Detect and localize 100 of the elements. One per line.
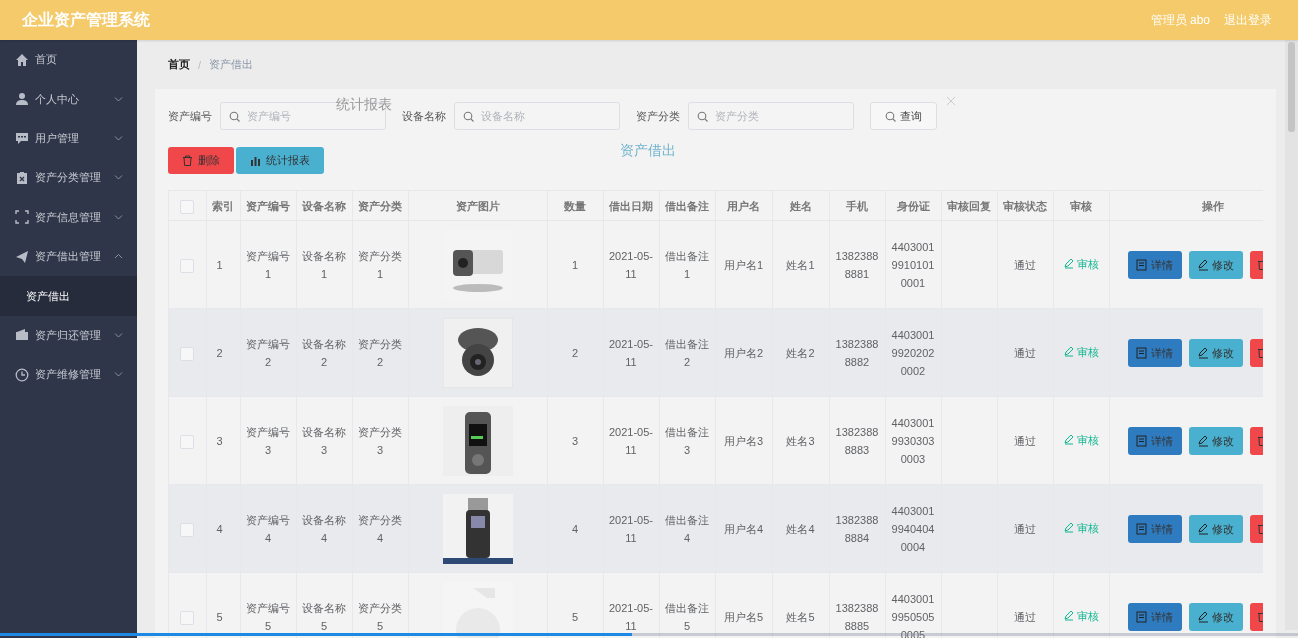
sidebar-item[interactable]: 个人中心 xyxy=(0,79,137,119)
sidebar-subitem[interactable]: 资产借出 xyxy=(0,276,137,316)
search-field[interactable]: 设备名称 xyxy=(454,102,620,130)
table-cell: 1 xyxy=(206,220,240,309)
column-header: 资产图片 xyxy=(408,191,547,221)
breadcrumb-separator: / xyxy=(198,58,202,71)
trash-icon xyxy=(1257,435,1263,446)
chart-title: 资产借出 xyxy=(620,142,676,160)
detail-button[interactable]: 详情 xyxy=(1127,602,1182,631)
trash-icon xyxy=(1257,347,1263,358)
trash-icon xyxy=(1257,611,1263,622)
chevron-icon xyxy=(114,371,123,379)
table-cell: 2021-05-11 xyxy=(603,484,659,573)
document-icon xyxy=(1136,610,1147,623)
chevron-icon xyxy=(114,253,123,261)
edit-button[interactable]: 修改 xyxy=(1188,250,1243,279)
sidebar-item[interactable]: 资产归还管理 xyxy=(0,315,137,356)
search-icon xyxy=(697,111,708,122)
breadcrumb-current: 资产借出 xyxy=(209,57,254,72)
delete-button[interactable] xyxy=(1249,250,1263,279)
sidebar-item[interactable]: 资产借出管理 xyxy=(0,236,137,277)
column-header: 姓名 xyxy=(772,191,829,221)
delete-button[interactable] xyxy=(1249,602,1263,631)
table-cell: 440300199101010001 xyxy=(885,220,941,309)
checkbox[interactable] xyxy=(180,434,195,449)
bar-chart-icon xyxy=(250,155,261,166)
table-cell: 资产编号1 xyxy=(240,220,296,309)
table-cell: 借出备注1 xyxy=(659,220,715,309)
table-cell: 3 xyxy=(547,396,603,485)
query-button[interactable]: 查询 xyxy=(870,102,937,130)
pencil-icon xyxy=(1063,434,1074,446)
table-cell: 440300199505050005 xyxy=(885,572,941,638)
chevron-icon xyxy=(114,134,123,142)
column-header: 手机 xyxy=(829,191,885,221)
document-icon xyxy=(1136,522,1147,535)
sidebar-item[interactable]: 首页 xyxy=(0,40,137,80)
column-header: 索引 xyxy=(206,191,240,221)
column-header: 身份证 xyxy=(885,191,941,221)
search-icon xyxy=(463,111,474,122)
detail-button[interactable]: 详情 xyxy=(1127,426,1182,455)
chevron-icon xyxy=(114,213,123,221)
edit-button[interactable]: 修改 xyxy=(1188,602,1243,631)
edit-button[interactable]: 修改 xyxy=(1188,426,1243,455)
table-cell: 1 xyxy=(547,220,603,309)
column-header: 设备名称 xyxy=(296,191,352,221)
table-cell: 资产分类1 xyxy=(352,220,408,309)
table-cell: 13823888882 xyxy=(829,308,885,397)
table-cell: 4 xyxy=(206,484,240,573)
checkbox[interactable] xyxy=(180,199,195,214)
table-cell: 姓名1 xyxy=(772,220,829,309)
edit-button[interactable]: 修改 xyxy=(1188,338,1243,367)
frame-icon xyxy=(15,210,29,225)
pencil-icon xyxy=(1063,610,1074,622)
checkbox[interactable] xyxy=(180,522,195,537)
sidebar-item[interactable]: 资产分类管理 xyxy=(0,158,137,198)
search-field[interactable]: 资产分类 xyxy=(688,102,854,130)
table-cell: 姓名2 xyxy=(772,308,829,397)
table-cell: 设备名称1 xyxy=(296,220,352,309)
table-cell: 姓名4 xyxy=(772,484,829,573)
document-icon xyxy=(1136,434,1147,447)
pencil-icon xyxy=(1063,258,1074,270)
sidebar-item[interactable]: 用户管理 xyxy=(0,118,137,159)
table-cell: 用户名3 xyxy=(715,396,772,485)
delete-button[interactable] xyxy=(1249,426,1263,455)
table-cell: 13823888884 xyxy=(829,484,885,573)
field-label: 资产分类 xyxy=(636,108,680,124)
checkbox[interactable] xyxy=(180,346,195,361)
delete-button[interactable] xyxy=(1249,514,1263,543)
delete-button[interactable]: 删除 xyxy=(168,147,234,174)
sidebar-item[interactable]: 资产信息管理 xyxy=(0,197,137,237)
table-cell: 用户名2 xyxy=(715,308,772,397)
table-cell: 2 xyxy=(547,308,603,397)
table-cell: 2021-05-11 xyxy=(603,308,659,397)
checkbox[interactable] xyxy=(180,610,195,625)
chevron-icon xyxy=(114,331,123,339)
close-icon[interactable] xyxy=(946,96,956,106)
detail-button[interactable]: 详情 xyxy=(1127,338,1182,367)
breadcrumb-link[interactable]: 首页 xyxy=(168,57,190,72)
detail-button[interactable]: 详情 xyxy=(1127,250,1182,279)
delete-button[interactable] xyxy=(1249,338,1263,367)
sidebar-item[interactable]: 资产维修管理 xyxy=(0,355,137,395)
column-header: 审核状态 xyxy=(997,191,1053,221)
checkbox[interactable] xyxy=(180,258,195,273)
chevron-icon xyxy=(114,95,123,103)
pencil-icon xyxy=(1197,346,1208,359)
clock-icon xyxy=(15,367,29,382)
progress-track[interactable] xyxy=(0,633,1298,636)
edit-button[interactable]: 修改 xyxy=(1188,514,1243,543)
table-cell: 借出备注2 xyxy=(659,308,715,397)
table-cell: 资产分类2 xyxy=(352,308,408,397)
pencil-icon xyxy=(1197,434,1208,447)
scrollbar[interactable] xyxy=(1285,40,1298,630)
detail-button[interactable]: 详情 xyxy=(1127,514,1182,543)
table-cell: 通过 xyxy=(997,484,1053,573)
pencil-icon xyxy=(1063,346,1074,358)
report-button[interactable]: 统计报表 xyxy=(236,147,324,174)
table-cell: 资产编号4 xyxy=(240,484,296,573)
table-cell: 用户名4 xyxy=(715,484,772,573)
table-cell: 440300199202020002 xyxy=(885,308,941,397)
search-icon xyxy=(885,110,896,122)
